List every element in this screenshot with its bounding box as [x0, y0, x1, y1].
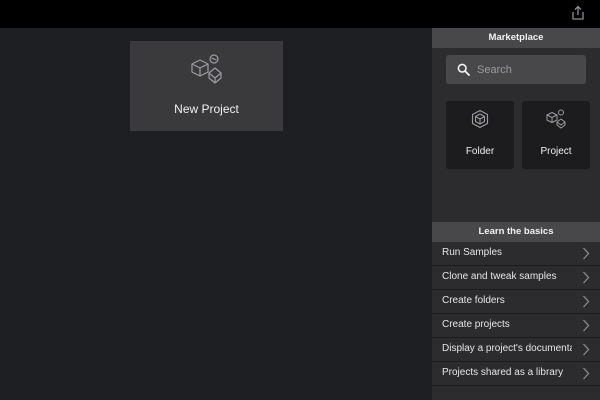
marketplace-search[interactable] [446, 55, 586, 84]
marketplace-card-folder[interactable]: Folder [446, 101, 514, 169]
basics-item-label: Run Samples [442, 247, 503, 258]
basics-item-shared-library[interactable]: Projects shared as a library [432, 362, 600, 386]
learn-basics-header: Learn the basics [432, 222, 600, 242]
basics-item-label: Clone and tweak samples [442, 271, 557, 282]
basics-item-label: Create projects [442, 319, 510, 330]
card-label: Folder [465, 146, 495, 157]
chevron-right-icon [583, 271, 590, 284]
basics-item-run-samples[interactable]: Run Samples [432, 242, 600, 266]
search-icon [457, 63, 470, 76]
basics-item-label: Projects shared as a library [442, 367, 564, 378]
share-icon [572, 5, 584, 20]
card-label: Project [540, 146, 572, 157]
chevron-right-icon [583, 247, 590, 260]
marketplace-card-project[interactable]: Project [522, 101, 590, 169]
sidebar-panel: Marketplace Folder [432, 28, 600, 400]
basics-item-clone-samples[interactable]: Clone and tweak samples [432, 266, 600, 290]
project-shapes-icon [546, 109, 566, 129]
share-button[interactable] [570, 5, 586, 21]
chevron-right-icon [583, 295, 590, 308]
chevron-right-icon [583, 343, 590, 356]
chevron-right-icon [583, 319, 590, 332]
search-input[interactable] [477, 61, 577, 78]
learn-basics-list: Run Samples Clone and tweak samples Crea… [432, 242, 600, 386]
basics-item-create-folders[interactable]: Create folders [432, 290, 600, 314]
chevron-right-icon [583, 367, 590, 380]
basics-item-display-documentation[interactable]: Display a project's documentati [432, 338, 600, 362]
project-shapes-icon [191, 54, 222, 84]
basics-item-label: Create folders [442, 295, 505, 306]
marketplace-header: Marketplace [432, 28, 600, 48]
folder-cube-icon [471, 109, 489, 129]
top-toolbar [0, 0, 600, 28]
new-project-label: New Project [174, 102, 239, 116]
basics-item-create-projects[interactable]: Create projects [432, 314, 600, 338]
basics-item-label: Display a project's documentati [442, 343, 572, 354]
new-project-tile[interactable]: New Project [130, 41, 283, 131]
projects-workspace: New Project [0, 28, 432, 400]
